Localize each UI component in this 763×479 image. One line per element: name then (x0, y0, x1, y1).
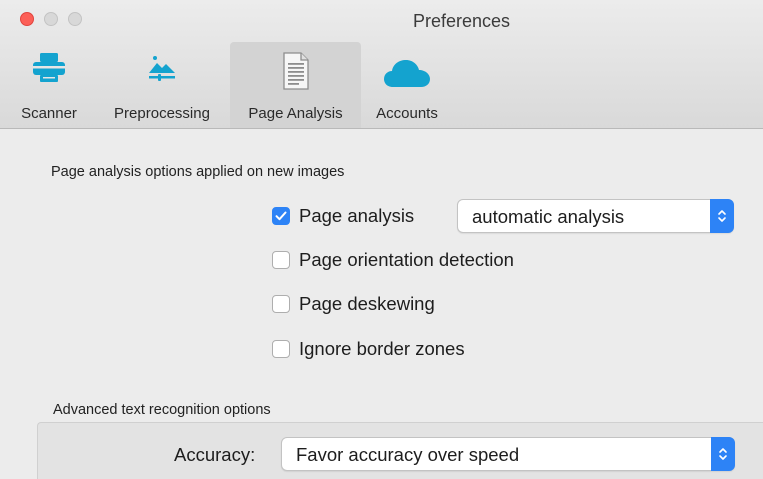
page-orientation-detection-option[interactable]: Page orientation detection (272, 247, 514, 273)
accuracy-value: Favor accuracy over speed (296, 444, 520, 465)
tab-preprocessing-label: Preprocessing (114, 105, 210, 122)
page-deskewing-checkbox[interactable] (272, 295, 290, 313)
cloud-icon (383, 58, 431, 93)
document-icon (282, 52, 310, 95)
scanner-icon (31, 52, 67, 89)
page-analysis-option[interactable]: Page analysis (272, 203, 414, 229)
chevron-updown-icon (719, 448, 727, 460)
tab-scanner[interactable]: Scanner (4, 42, 94, 128)
accuracy-label: Accuracy: (174, 444, 256, 465)
analysis-mode-value: automatic analysis (472, 206, 625, 227)
tab-accounts-label: Accounts (376, 105, 438, 122)
page-orientation-detection-label: Page orientation detection (299, 249, 514, 270)
ignore-border-zones-checkbox[interactable] (272, 340, 290, 358)
tab-page-analysis-label: Page Analysis (248, 105, 343, 122)
page-analysis-section-title: Page analysis options applied on new ima… (51, 164, 345, 180)
advanced-options-box: Accuracy: Favor accuracy over speed (37, 422, 763, 479)
ignore-border-zones-option[interactable]: Ignore border zones (272, 336, 465, 362)
advanced-section-title: Advanced text recognition options (53, 402, 271, 418)
preferences-window: Preferences Scanner Preprocessing Page A… (0, 0, 763, 479)
checkmark-icon (275, 211, 287, 221)
window-title: Preferences (412, 11, 511, 31)
tab-accounts[interactable]: Accounts (363, 42, 451, 128)
page-analysis-pane: Page analysis options applied on new ima… (0, 129, 763, 479)
chevron-updown-icon (718, 210, 726, 222)
analysis-mode-stepper-button[interactable] (710, 199, 734, 233)
accuracy-stepper-button[interactable] (711, 437, 735, 471)
accuracy-select[interactable]: Favor accuracy over speed (281, 437, 735, 471)
analysis-mode-select[interactable]: automatic analysis (457, 199, 734, 233)
tab-scanner-label: Scanner (21, 105, 77, 122)
page-analysis-label: Page analysis (299, 205, 415, 226)
tab-page-analysis[interactable]: Page Analysis (230, 42, 361, 128)
page-analysis-checkbox[interactable] (272, 207, 290, 225)
tab-preprocessing[interactable]: Preprocessing (97, 42, 227, 128)
page-deskewing-label: Page deskewing (299, 293, 435, 314)
image-adjust-icon (146, 52, 178, 89)
ignore-border-zones-label: Ignore border zones (299, 338, 465, 359)
page-deskewing-option[interactable]: Page deskewing (272, 291, 435, 317)
page-orientation-detection-checkbox[interactable] (272, 251, 290, 269)
toolbar: Preferences Scanner Preprocessing Page A… (0, 0, 763, 129)
